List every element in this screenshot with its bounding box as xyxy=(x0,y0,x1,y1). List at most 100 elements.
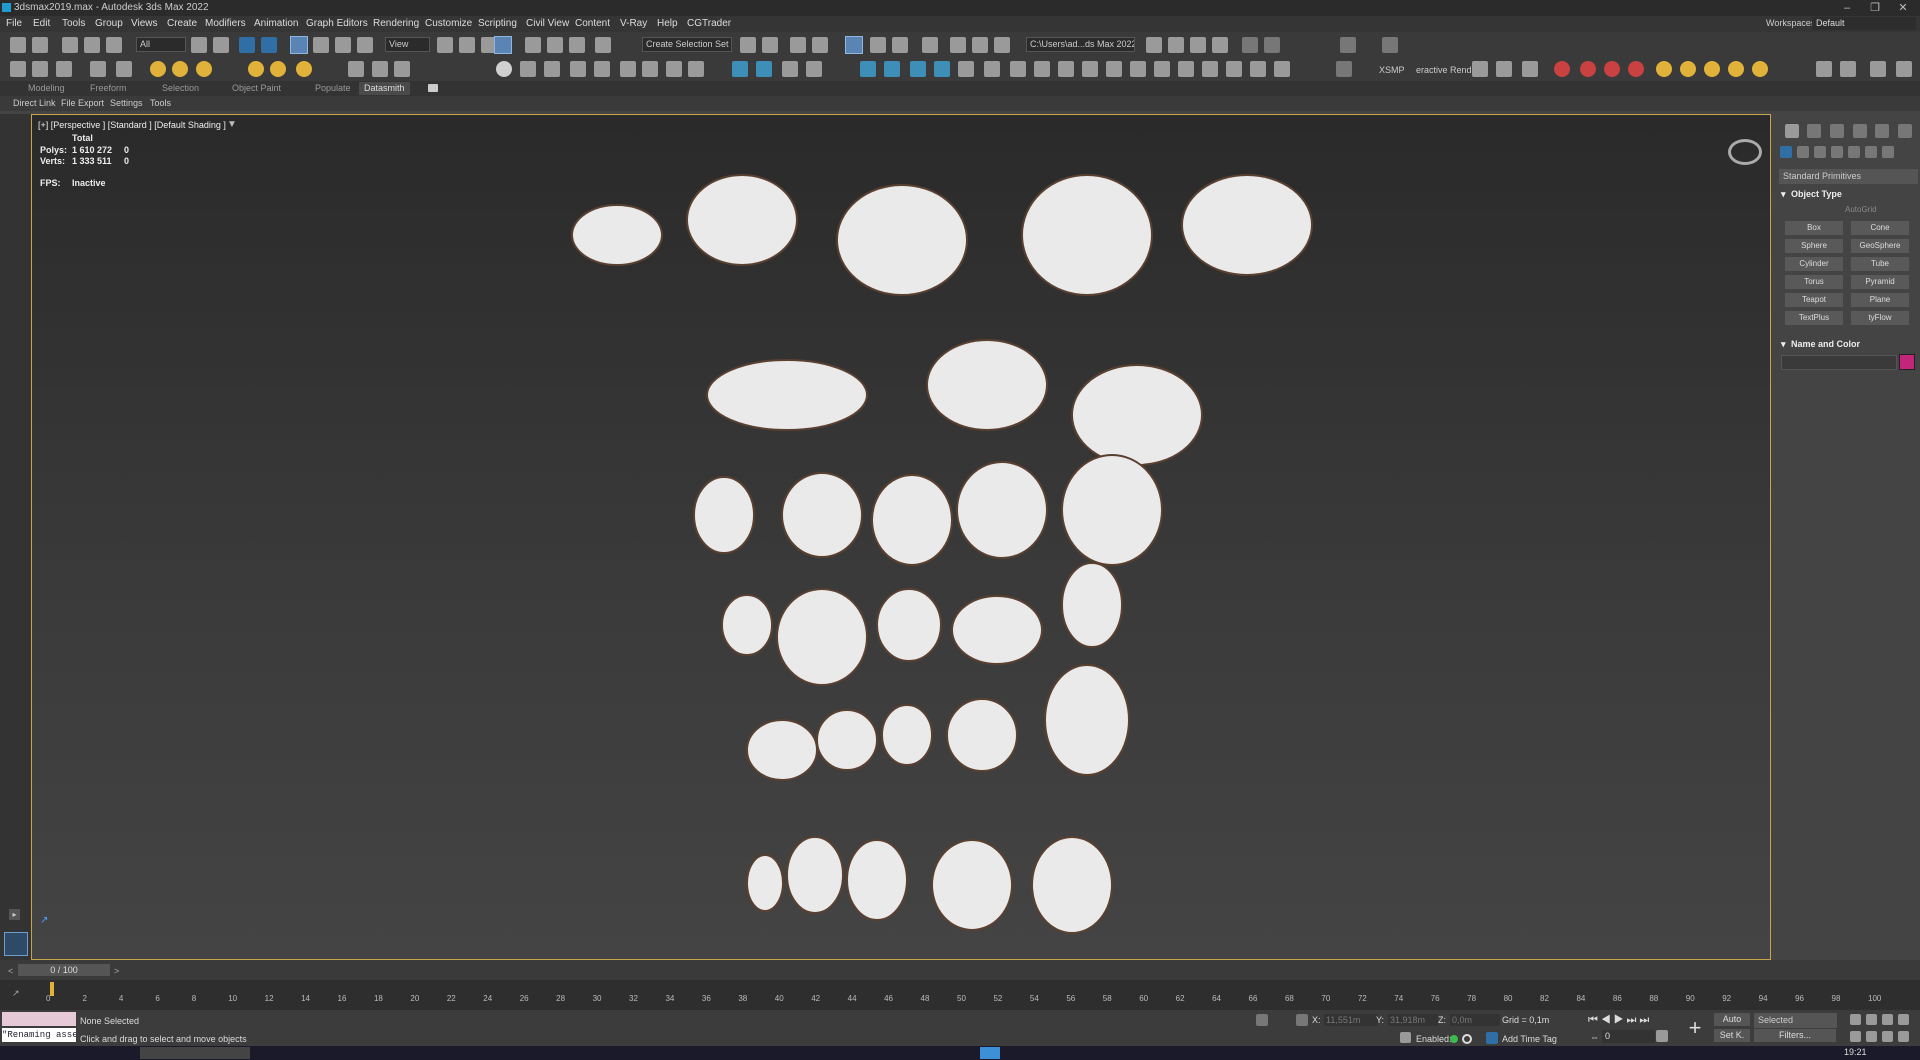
cone-button[interactable]: Cone xyxy=(1851,221,1909,235)
region-select-icon[interactable] xyxy=(1522,61,1538,77)
snap-icon[interactable] xyxy=(1242,37,1258,53)
railclone-icon[interactable] xyxy=(642,61,658,77)
menu-animation[interactable]: Animation xyxy=(254,18,298,29)
create-tab-icon[interactable] xyxy=(1785,124,1799,138)
window-crossing-icon[interactable] xyxy=(261,37,277,53)
help-circle-icon[interactable] xyxy=(688,61,704,77)
tube-button[interactable]: Tube xyxy=(1851,257,1909,271)
orbit-icon[interactable] xyxy=(32,61,48,77)
vray-decal-icon[interactable] xyxy=(1226,61,1242,77)
subtab-direct-link[interactable]: Direct Link xyxy=(13,98,56,108)
render-element-icon[interactable] xyxy=(958,61,974,77)
current-frame-field[interactable]: 0 xyxy=(1602,1030,1655,1043)
textplus-button[interactable]: TextPlus xyxy=(1785,311,1843,325)
scene-snow-trees[interactable] xyxy=(32,115,1771,960)
ipr-icon[interactable] xyxy=(1034,61,1050,77)
particle-icon[interactable] xyxy=(860,61,876,77)
percent-snap-icon[interactable] xyxy=(547,37,563,53)
schematic-view-icon[interactable] xyxy=(892,37,908,53)
select-scale-icon[interactable] xyxy=(335,37,351,53)
bind-space-warp-icon[interactable] xyxy=(106,37,122,53)
pivot-center-icon[interactable] xyxy=(437,37,453,53)
vray-volume-icon[interactable] xyxy=(1202,61,1218,77)
grid-dots-icon[interactable] xyxy=(1472,61,1488,77)
menu-customize[interactable]: Customize xyxy=(425,18,472,29)
list-icon[interactable] xyxy=(666,61,682,77)
track-bar[interactable]: ↗ 0 2 4 6 8 10 12 14 16 18 20 22 24 26 28 30 32 34 36 38 40 4… xyxy=(0,980,1920,1010)
frame-buffer-icon[interactable] xyxy=(1010,61,1026,77)
project-folder-icon[interactable] xyxy=(1146,37,1162,53)
taskbar-search-box[interactable] xyxy=(140,1047,250,1059)
key-filter-selection-dropdown[interactable]: Selected xyxy=(1754,1013,1837,1028)
axis-icon[interactable] xyxy=(1264,37,1280,53)
bulb-icon[interactable] xyxy=(910,61,926,77)
rendered-frame-window-icon[interactable] xyxy=(972,37,988,53)
vray-help-icon[interactable] xyxy=(1274,61,1290,77)
light-icon[interactable] xyxy=(150,61,166,77)
tab-freeform[interactable]: Freeform xyxy=(90,83,127,93)
display-tab-icon[interactable] xyxy=(1875,124,1889,138)
ribbon-options-icon[interactable] xyxy=(428,84,438,92)
orbit-view-icon[interactable] xyxy=(1882,1031,1893,1042)
select-place-icon[interactable] xyxy=(357,37,373,53)
x-coord-field[interactable]: 11,551m xyxy=(1324,1014,1378,1026)
lightmix-icon[interactable] xyxy=(1058,61,1074,77)
spinner-snap-icon[interactable] xyxy=(569,37,585,53)
sphere-button[interactable]: Sphere xyxy=(1785,239,1843,253)
maximize-viewport-icon[interactable] xyxy=(1898,1031,1909,1042)
select-rotate-icon[interactable] xyxy=(313,37,329,53)
menu-vray[interactable]: V-Ray xyxy=(620,18,647,29)
subtab-tools[interactable]: Tools xyxy=(150,98,171,108)
time-config-icon[interactable] xyxy=(1656,1030,1668,1042)
object-color-swatch[interactable] xyxy=(1899,354,1915,370)
menu-group[interactable]: Group xyxy=(95,18,123,29)
menu-scripting[interactable]: Scripting xyxy=(478,18,517,29)
viewport-config-icon[interactable] xyxy=(984,61,1000,77)
menu-civil-view[interactable]: Civil View xyxy=(526,18,569,29)
red-cube-icon-2[interactable] xyxy=(1580,61,1596,77)
space-warps-icon[interactable] xyxy=(1865,146,1877,158)
tyflow-button[interactable]: tyFlow xyxy=(1851,311,1909,325)
reference-coordinate-dropdown[interactable]: View xyxy=(385,37,430,52)
taskbar-active-app-icon[interactable] xyxy=(980,1047,1000,1059)
menu-graph-editors[interactable]: Graph Editors xyxy=(306,18,368,29)
frame-slider-thumb[interactable]: 0 / 100 xyxy=(18,964,110,976)
panel-menu-icon[interactable] xyxy=(1896,61,1912,77)
auto-key-button[interactable]: Auto xyxy=(1714,1013,1750,1026)
dome-yellow-icon[interactable] xyxy=(1752,61,1768,77)
close-icon[interactable]: ✕ xyxy=(1889,1,1917,15)
layout-icon[interactable] xyxy=(1870,61,1886,77)
teapot-button[interactable]: Teapot xyxy=(1785,293,1843,307)
vray-camera-icon[interactable] xyxy=(1106,61,1122,77)
sphere-light-icon[interactable] xyxy=(196,61,212,77)
named-selection-set-dropdown[interactable]: Create Selection Set xyxy=(642,37,732,52)
menu-cgtrader[interactable]: CGTrader xyxy=(687,18,731,29)
bulb-yellow-icon[interactable] xyxy=(1728,61,1744,77)
dome-icon[interactable] xyxy=(1082,61,1098,77)
physics-icon[interactable] xyxy=(884,61,900,77)
xsmp-logo-icon[interactable] xyxy=(1336,61,1352,77)
select-object-icon[interactable] xyxy=(191,37,207,53)
sphere-icon[interactable] xyxy=(1382,37,1398,53)
material-sphere-icon[interactable] xyxy=(496,61,512,77)
hierarchy-tab-icon[interactable] xyxy=(1830,124,1844,138)
vray-fur-icon[interactable] xyxy=(372,61,388,77)
utilities-tab-icon[interactable] xyxy=(1898,124,1912,138)
viewcube-icon[interactable] xyxy=(1728,139,1762,165)
restore-icon[interactable]: ❐ xyxy=(1861,1,1889,15)
time-slider-next-icon[interactable]: > xyxy=(114,966,119,976)
time-tag-icon[interactable] xyxy=(1486,1032,1498,1044)
geosphere-button[interactable]: GeoSphere xyxy=(1851,239,1909,253)
red-cube-icon-1[interactable] xyxy=(1554,61,1570,77)
set-key-icon[interactable]: + xyxy=(1683,1016,1707,1040)
viewport-layout-thumbnail[interactable] xyxy=(4,932,28,956)
clone-icon[interactable] xyxy=(782,61,798,77)
forest-pack-icon[interactable] xyxy=(620,61,636,77)
select-by-name-icon[interactable] xyxy=(213,37,229,53)
redo-icon[interactable] xyxy=(32,37,48,53)
maxscript-output[interactable]: "Renaming asse xyxy=(2,1028,76,1042)
menu-file[interactable]: File xyxy=(6,18,22,29)
selection-filter-dropdown[interactable]: All xyxy=(136,37,186,52)
vray-scene-icon[interactable] xyxy=(1250,61,1266,77)
mirror-icon[interactable] xyxy=(740,37,756,53)
